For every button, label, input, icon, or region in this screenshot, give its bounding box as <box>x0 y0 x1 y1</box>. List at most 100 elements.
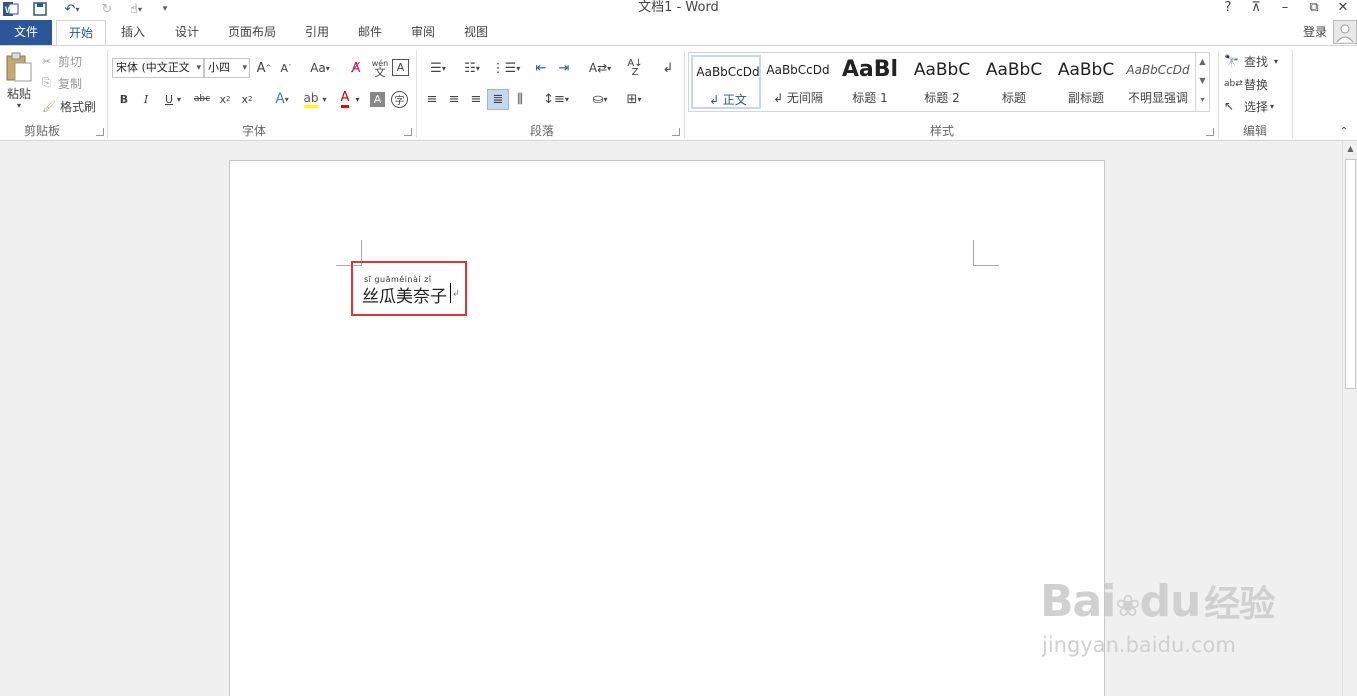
gallery-scroll-up-icon[interactable]: ▲ <box>1195 53 1209 72</box>
copy-button[interactable]: ⎘ 复制 <box>42 74 92 92</box>
line-spacing-icon[interactable]: ↕≡ ▾ <box>540 90 572 108</box>
document-text[interactable]: 丝瓜美奈子 <box>362 282 447 307</box>
style-normal[interactable]: AaBbCcDd ↲ 正文 <box>691 55 761 109</box>
align-left-icon[interactable]: ≡ <box>422 90 442 108</box>
margin-corner-mark <box>973 265 999 266</box>
style-name: 副标题 <box>1067 91 1104 105</box>
font-launcher-icon[interactable] <box>404 128 412 136</box>
restore-button[interactable]: ⧉ <box>1301 0 1327 18</box>
show-formatting-marks-icon[interactable]: ↲ <box>658 58 678 78</box>
font-color-icon[interactable]: A ▾ <box>335 90 365 108</box>
style-name: 不明显强调 <box>1127 91 1188 105</box>
numbering-icon[interactable]: ☷ ▾ <box>456 58 488 78</box>
style-title[interactable]: AaBbC 标题 <box>979 55 1049 109</box>
find-label: 查找 <box>1244 54 1269 69</box>
tab-layout[interactable]: 页面布局 <box>220 20 284 45</box>
text-cursor <box>450 283 451 303</box>
window-title: 文档1 - Word <box>638 0 719 15</box>
enclose-characters-icon[interactable]: 字 <box>391 91 408 108</box>
style-heading-1[interactable]: AaBl 标题 1 <box>835 55 905 109</box>
tab-home[interactable]: 开始 <box>56 20 106 46</box>
font-size-combo[interactable]: 小四 ▾ <box>204 58 250 78</box>
borders-icon[interactable]: ⊞ ▾ <box>618 90 650 108</box>
style-heading-2[interactable]: AaBbC 标题 2 <box>907 55 977 109</box>
clear-formatting-icon[interactable]: A̸ <box>346 58 366 78</box>
style-subtle-emphasis[interactable]: AaBbCcDd 不明显强调 <box>1123 55 1193 109</box>
tab-view[interactable]: 视图 <box>453 20 499 45</box>
format-painter-button[interactable]: 🖌 格式刷 <box>42 97 100 115</box>
paste-dropdown-icon[interactable]: ▾ <box>4 100 34 110</box>
cursor-arrow-icon: ↖ <box>1224 99 1235 113</box>
character-shading-icon[interactable]: A <box>370 92 385 107</box>
align-center-icon[interactable]: ≡ <box>444 90 464 108</box>
watermark-url: jingyan.baidu.com <box>1042 633 1236 657</box>
style-name: ↲ 无间隔 <box>773 91 823 105</box>
subscript-icon[interactable]: x2 <box>216 90 234 108</box>
tab-file[interactable]: 文件 <box>0 20 52 45</box>
vertical-scrollbar[interactable]: ▲ <box>1342 141 1357 696</box>
bullets-icon[interactable]: ☰ ▾ <box>422 58 454 78</box>
style-preview: AaBbCcDd <box>766 63 830 77</box>
distributed-icon[interactable]: ⫼ <box>510 90 530 108</box>
shading-icon[interactable]: ⛀ ▾ <box>584 90 616 108</box>
align-right-icon[interactable]: ≡ <box>466 90 486 108</box>
document-page[interactable]: sī guāměinài zǐ 丝瓜美奈子 ↲ <box>229 160 1105 696</box>
change-case-button[interactable]: Aa ▾ <box>304 58 336 78</box>
cut-button[interactable]: ✂ 剪切 <box>42 52 92 70</box>
divider <box>684 50 685 138</box>
gallery-more-icon[interactable]: ▾ <box>1195 91 1209 111</box>
text-effects-icon[interactable]: A ▾ <box>268 90 296 108</box>
paste-icon[interactable] <box>4 52 34 82</box>
font-name-combo[interactable]: 宋体 (中文正文 ▾ <box>112 58 204 78</box>
avatar[interactable] <box>1333 20 1357 44</box>
highlight-color-icon[interactable]: ab ▾ <box>300 90 330 108</box>
styles-launcher-icon[interactable] <box>1206 128 1214 136</box>
style-subtitle[interactable]: AaBbC 副标题 <box>1051 55 1121 109</box>
multilevel-list-icon[interactable]: ⋮☰ ▾ <box>490 58 522 78</box>
chevron-down-icon: ▾ <box>242 63 247 73</box>
phonetic-guide-button[interactable]: wén 文 <box>369 56 391 80</box>
editing-group-label: 编辑 <box>1242 124 1267 138</box>
character-border-icon[interactable]: A <box>392 59 409 76</box>
login-link[interactable]: 登录 <box>1303 23 1327 40</box>
find-button[interactable]: 🔭 查找 ▾ <box>1224 52 1288 70</box>
select-button[interactable]: ↖ 选择 ▾ <box>1224 97 1288 115</box>
title-bar: W ↶ ▾ ↻ ☝ ▾ ▾ 文档1 - Word ? ⊼ – ⧉ ✕ <box>0 0 1357 20</box>
font-group-label: 字体 <box>241 124 266 138</box>
scroll-up-icon[interactable]: ▲ <box>1345 144 1356 156</box>
strikethrough-icon[interactable]: abc <box>192 90 212 108</box>
style-no-spacing[interactable]: AaBbCcDd ↲ 无间隔 <box>763 55 833 109</box>
binoculars-icon: 🔭 <box>1224 54 1239 68</box>
style-preview: AaBbC <box>913 60 971 80</box>
grow-font-icon[interactable]: A ^ <box>255 58 273 78</box>
tab-review[interactable]: 审阅 <box>400 20 446 45</box>
tab-mailings[interactable]: 邮件 <box>347 20 393 45</box>
scrollbar-thumb[interactable] <box>1345 159 1356 389</box>
paragraph-launcher-icon[interactable] <box>672 128 680 136</box>
tab-references[interactable]: 引用 <box>294 20 340 45</box>
shrink-font-icon[interactable]: Aˇ <box>277 58 295 78</box>
underline-button[interactable]: U ▾ <box>159 90 187 108</box>
clipboard-launcher-icon[interactable] <box>96 128 104 136</box>
help-button[interactable]: ? <box>1215 0 1241 18</box>
tab-insert[interactable]: 插入 <box>110 20 156 45</box>
bold-icon[interactable]: B <box>116 90 132 108</box>
collapse-ribbon-icon[interactable]: ⌃ <box>1336 124 1352 138</box>
italic-icon[interactable]: I <box>138 90 154 108</box>
justify-icon[interactable]: ≣ <box>487 89 509 110</box>
decrease-indent-icon[interactable]: ⇤ <box>531 58 551 78</box>
gallery-scroll-down-icon[interactable]: ▼ <box>1195 72 1209 91</box>
ribbon-display-options-icon[interactable]: ⊼ <box>1243 0 1269 18</box>
chinese-layout-icon[interactable]: A⇄ ▾ <box>584 58 616 78</box>
tab-design[interactable]: 设计 <box>164 20 210 45</box>
chevron-down-icon: ▾ <box>325 63 330 73</box>
style-preview: AaBbCcDd <box>1126 63 1190 77</box>
paste-button[interactable]: 粘贴 <box>4 86 34 101</box>
increase-indent-icon[interactable]: ⇥ <box>554 58 574 78</box>
close-button[interactable]: ✕ <box>1330 0 1356 18</box>
minimize-button[interactable]: – <box>1272 0 1298 18</box>
style-preview: AaBbC <box>1057 60 1115 80</box>
superscript-icon[interactable]: x2 <box>238 90 256 108</box>
replace-button[interactable]: ab⇄ 替换 <box>1224 75 1288 93</box>
sort-icon[interactable]: A↓ Z <box>624 58 646 78</box>
